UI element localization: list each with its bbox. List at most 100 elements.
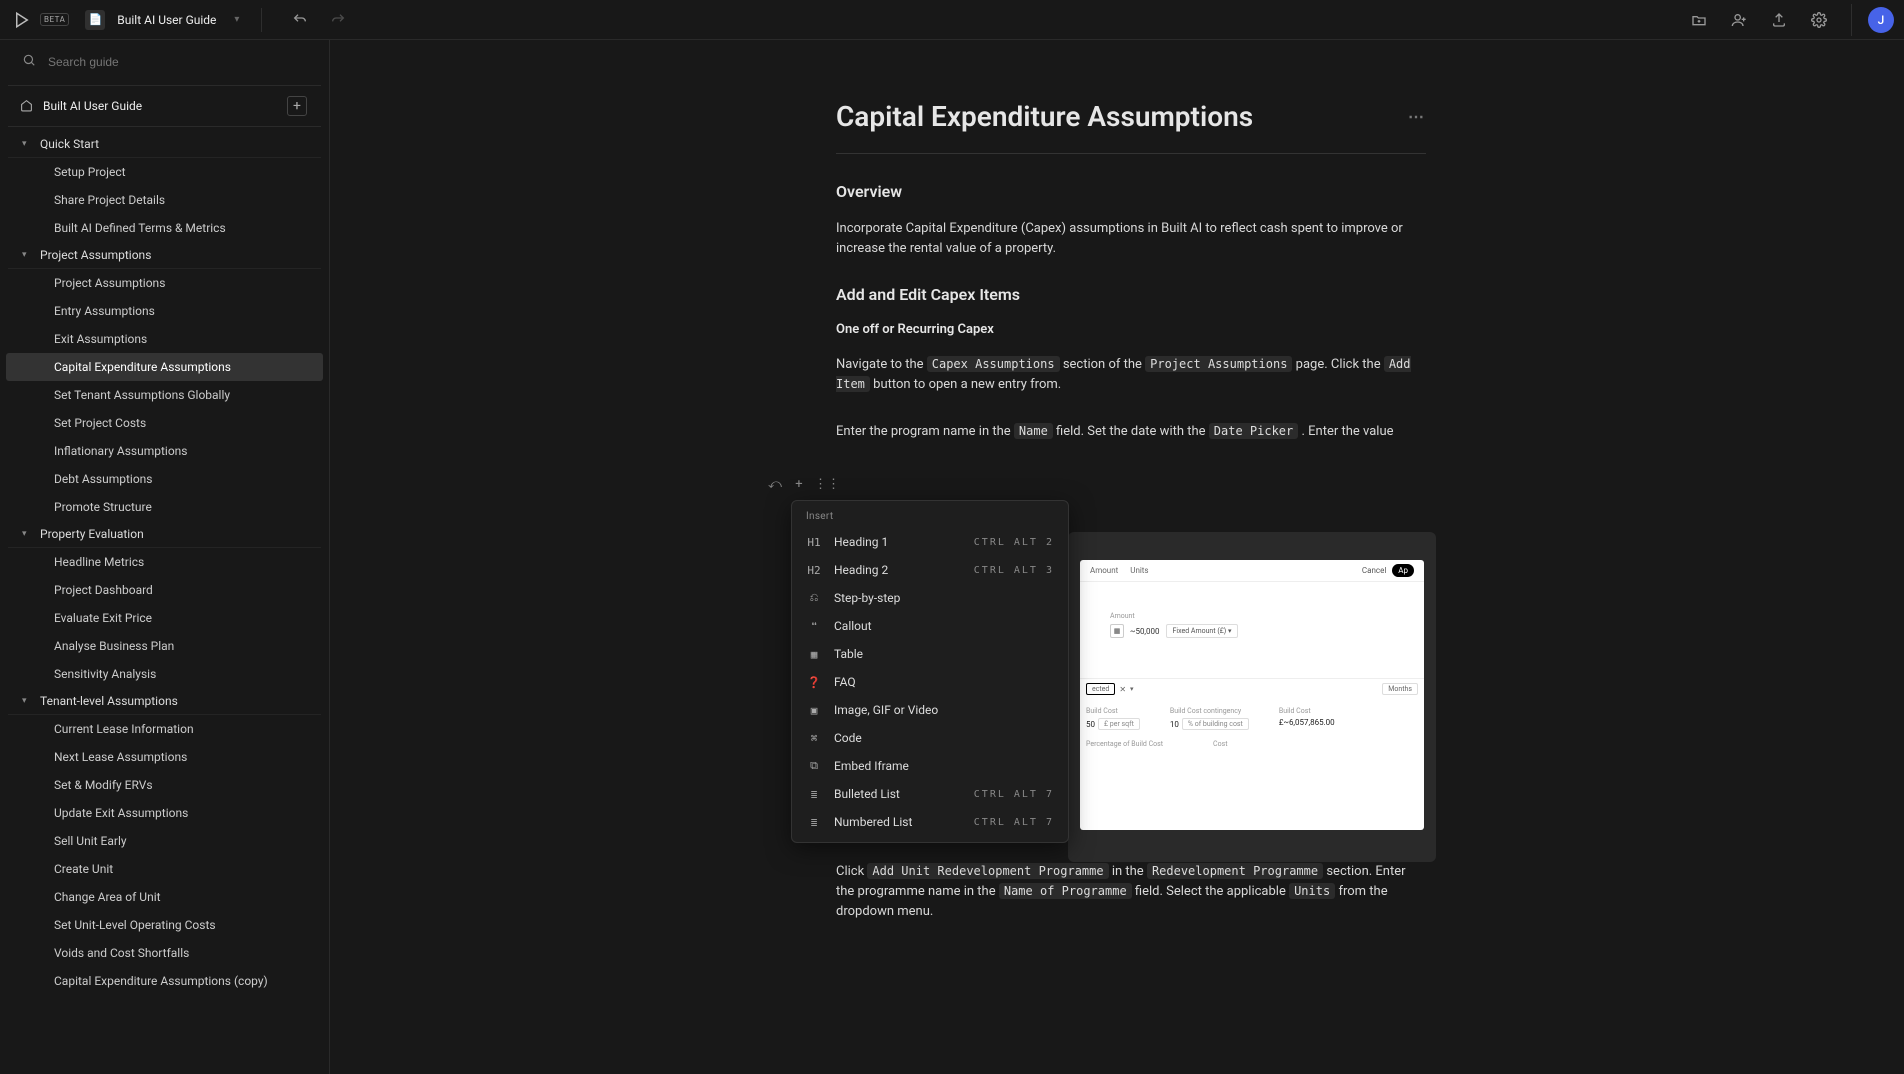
sidebar-item[interactable]: Create Unit: [6, 855, 323, 883]
sidebar-section-header[interactable]: ▾Quick Start: [8, 131, 321, 158]
sidebar-item[interactable]: Evaluate Exit Price: [6, 604, 323, 632]
insert-item-label: Heading 1: [834, 535, 888, 549]
overview-paragraph[interactable]: Incorporate Capital Expenditure (Capex) …: [836, 219, 1426, 259]
insert-item-icon: ⧉: [806, 759, 822, 773]
insert-menu-item[interactable]: ⧉ Embed Iframe: [792, 752, 1068, 780]
sidebar-item[interactable]: Setup Project: [6, 158, 323, 186]
insert-menu-item[interactable]: H1Heading 1CTRL ALT 2: [792, 528, 1068, 556]
insert-menu-item[interactable]: H2Heading 2CTRL ALT 3: [792, 556, 1068, 584]
search-icon: [22, 52, 36, 71]
sidebar-item[interactable]: Current Lease Information: [6, 715, 323, 743]
insert-item-icon: ❝: [806, 620, 822, 633]
insert-item-shortcut: CTRL ALT 7: [974, 789, 1054, 800]
sidebar-section-label: Quick Start: [40, 137, 99, 151]
sidebar-item[interactable]: Change Area of Unit: [6, 883, 323, 911]
sidebar-tree: ▾Quick StartSetup ProjectShare Project D…: [0, 127, 329, 1074]
sidebar-item[interactable]: Headline Metrics: [6, 548, 323, 576]
embedded-screenshot[interactable]: Amount Units Cancel Ap Amount ▦ ~50,000 …: [1068, 532, 1436, 862]
sidebar-item[interactable]: Set Project Costs: [6, 409, 323, 437]
insert-menu-item[interactable]: ▣Image, GIF or Video: [792, 696, 1068, 724]
page-more-icon[interactable]: ⋯: [1408, 107, 1426, 126]
insert-item-label: Numbered List: [834, 815, 912, 829]
value: £~6,057,865.00: [1279, 718, 1335, 727]
sidebar-item[interactable]: Analyse Business Plan: [6, 632, 323, 660]
insert-item-icon: ▦: [806, 648, 822, 661]
sidebar-item[interactable]: Inflationary Assumptions: [6, 437, 323, 465]
insert-menu-item[interactable]: ≣Numbered ListCTRL ALT 7: [792, 808, 1068, 836]
user-avatar[interactable]: J: [1868, 7, 1894, 33]
mock-amount-value: ~50,000: [1130, 627, 1160, 636]
sidebar-item[interactable]: Next Lease Assumptions: [6, 743, 323, 771]
app-logo-icon[interactable]: [10, 8, 34, 32]
block-gutter: ⤺ + ⋮⋮: [766, 477, 832, 492]
sidebar-item[interactable]: Sensitivity Analysis: [6, 660, 323, 688]
sidebar-section-header[interactable]: ▾Project Assumptions: [8, 242, 321, 269]
insert-item-shortcut: CTRL ALT 2: [974, 537, 1054, 548]
search-input[interactable]: [48, 55, 307, 69]
code-redev-prog: Redevelopment Programme: [1147, 863, 1323, 879]
sidebar-item[interactable]: Voids and Cost Shortfalls: [6, 939, 323, 967]
settings-icon[interactable]: [1803, 4, 1835, 36]
insert-item-label: Heading 2: [834, 563, 888, 577]
sidebar-item[interactable]: Update Exit Assumptions: [6, 799, 323, 827]
insert-menu-item[interactable]: ⎌Step-by-step: [792, 584, 1068, 612]
value: 50: [1086, 720, 1095, 729]
block-add-icon[interactable]: +: [790, 477, 808, 492]
suffix: £ per sqft: [1098, 718, 1140, 730]
text: . Enter the value: [1302, 424, 1394, 439]
nav-paragraph[interactable]: Navigate to the Capex Assumptions sectio…: [836, 355, 1426, 395]
new-folder-icon[interactable]: [1683, 4, 1715, 36]
page-title[interactable]: Capital Expenditure Assumptions: [836, 100, 1253, 133]
undo-button[interactable]: [284, 4, 316, 36]
text: Click: [836, 864, 867, 879]
text: section of the: [1063, 357, 1145, 372]
insert-menu-item[interactable]: ❝Callout: [792, 612, 1068, 640]
insert-item-label: Embed Iframe: [834, 759, 909, 773]
sidebar-item[interactable]: Entry Assumptions: [6, 297, 323, 325]
export-icon[interactable]: [1763, 4, 1795, 36]
enter-paragraph[interactable]: Enter the program name in the Name field…: [836, 422, 1426, 442]
sidebar-root-row[interactable]: Built AI User Guide +: [8, 86, 321, 127]
sidebar-item[interactable]: Set & Modify ERVs: [6, 771, 323, 799]
sidebar-section-header[interactable]: ▾Tenant-level Assumptions: [8, 688, 321, 715]
redo-button[interactable]: [322, 4, 354, 36]
main-content: Capital Expenditure Assumptions ⋯ Overvi…: [336, 40, 1904, 1074]
h2-add-edit[interactable]: Add and Edit Capex Items: [836, 285, 1426, 304]
insert-item-icon: ▣: [806, 704, 822, 717]
sidebar-item[interactable]: Debt Assumptions: [6, 465, 323, 493]
click-paragraph[interactable]: Click Add Unit Redevelopment Programme i…: [836, 862, 1426, 922]
h2-overview[interactable]: Overview: [836, 182, 1426, 201]
doc-dropdown-icon[interactable]: ▾: [234, 14, 239, 25]
sidebar-item[interactable]: Set Tenant Assumptions Globally: [6, 381, 323, 409]
sidebar-item[interactable]: Capital Expenditure Assumptions (copy): [6, 967, 323, 995]
h3-oneoff[interactable]: One off or Recurring Capex: [836, 322, 1426, 337]
sidebar-item[interactable]: Exit Assumptions: [6, 325, 323, 353]
block-drag-icon[interactable]: ⋮⋮: [814, 477, 832, 492]
insert-menu-item[interactable]: ❓ FAQ: [792, 668, 1068, 696]
layout: Built AI User Guide + ▾Quick StartSetup …: [0, 40, 1904, 1074]
topbar: BETA 📄 Built AI User Guide ▾ J: [0, 0, 1904, 40]
topbar-right: J: [1683, 4, 1894, 36]
chevron-down-icon: ▾: [22, 250, 32, 260]
add-page-button[interactable]: +: [287, 96, 307, 116]
sidebar-item[interactable]: Built AI Defined Terms & Metrics: [6, 214, 323, 242]
suffix: % of building cost: [1182, 718, 1249, 730]
add-user-icon[interactable]: [1723, 4, 1755, 36]
insert-item-icon: ≣: [806, 788, 822, 801]
sidebar-item[interactable]: Capital Expenditure Assumptions: [6, 353, 323, 381]
mock-tab-amount: Amount: [1090, 566, 1118, 575]
insert-menu-item[interactable]: ⌘Code: [792, 724, 1068, 752]
block-link-icon[interactable]: ⤺: [766, 477, 784, 492]
insert-item-label: FAQ: [834, 675, 856, 689]
sidebar-item[interactable]: Set Unit-Level Operating Costs: [6, 911, 323, 939]
doc-type-icon[interactable]: 📄: [85, 10, 105, 30]
sidebar-item[interactable]: Project Dashboard: [6, 576, 323, 604]
sidebar-section-header[interactable]: ▾Property Evaluation: [8, 521, 321, 548]
insert-menu-item[interactable]: ≣Bulleted ListCTRL ALT 7: [792, 780, 1068, 808]
sidebar-item[interactable]: Sell Unit Early: [6, 827, 323, 855]
insert-item-icon: ❓: [806, 676, 822, 689]
sidebar-item[interactable]: Project Assumptions: [6, 269, 323, 297]
sidebar-item[interactable]: Share Project Details: [6, 186, 323, 214]
sidebar-item[interactable]: Promote Structure: [6, 493, 323, 521]
insert-menu-item[interactable]: ▦Table: [792, 640, 1068, 668]
